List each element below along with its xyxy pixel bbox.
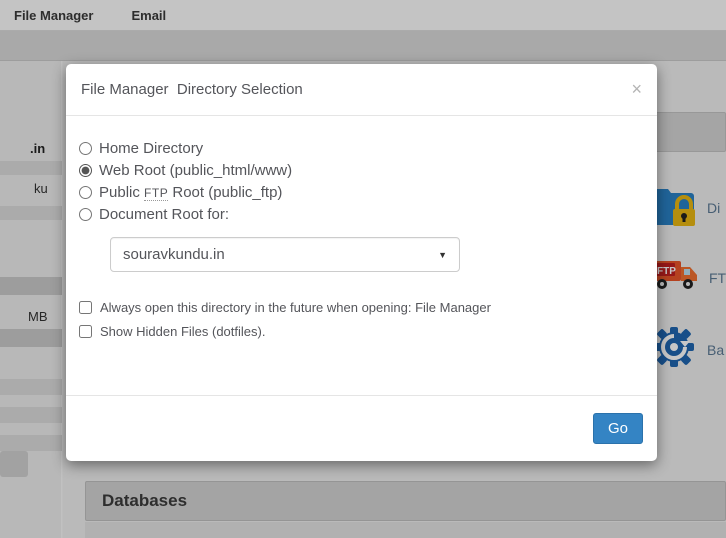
chevron-down-icon: ▼ bbox=[438, 250, 447, 260]
home-directory-radio[interactable] bbox=[79, 142, 92, 155]
document-root-radio[interactable] bbox=[79, 208, 92, 221]
ftp-abbr: FTP bbox=[144, 186, 168, 201]
radio-row-document-root: Document Root for: bbox=[79, 206, 642, 223]
web-root-label[interactable]: Web Root (public_html/www) bbox=[99, 162, 292, 179]
always-open-checkbox[interactable] bbox=[79, 301, 92, 314]
directory-selection-dialog: File Manager Directory Selection × Home … bbox=[66, 64, 657, 461]
domain-select-value: souravkundu.in bbox=[123, 246, 438, 263]
document-root-label[interactable]: Document Root for: bbox=[99, 206, 229, 223]
check-row-show-hidden: Show Hidden Files (dotfiles). bbox=[79, 324, 642, 339]
dialog-body: Home Directory Web Root (public_html/www… bbox=[66, 116, 657, 395]
always-open-label[interactable]: Always open this directory in the future… bbox=[100, 300, 491, 315]
go-button[interactable]: Go bbox=[593, 413, 643, 444]
radio-row-web-root: Web Root (public_html/www) bbox=[79, 162, 642, 179]
check-row-always-open: Always open this directory in the future… bbox=[79, 300, 642, 315]
close-icon[interactable]: × bbox=[631, 80, 642, 98]
dialog-title: File Manager Directory Selection bbox=[81, 81, 303, 98]
public-ftp-root-label[interactable]: Public FTP Root (public_ftp) bbox=[99, 184, 282, 201]
home-directory-label[interactable]: Home Directory bbox=[99, 140, 203, 157]
label-text: Root (public_ftp) bbox=[168, 184, 282, 201]
dialog-checkboxes: Always open this directory in the future… bbox=[79, 300, 642, 339]
public-ftp-root-radio[interactable] bbox=[79, 186, 92, 199]
domain-select[interactable]: souravkundu.in ▼ bbox=[110, 237, 460, 272]
radio-row-home-directory: Home Directory bbox=[79, 140, 642, 157]
label-text: Public bbox=[99, 184, 144, 201]
dialog-footer: Go bbox=[66, 395, 657, 461]
show-hidden-files-label[interactable]: Show Hidden Files (dotfiles). bbox=[100, 324, 265, 339]
show-hidden-files-checkbox[interactable] bbox=[79, 325, 92, 338]
radio-row-public-ftp-root: Public FTP Root (public_ftp) bbox=[79, 184, 642, 201]
web-root-radio[interactable] bbox=[79, 164, 92, 177]
dialog-header: File Manager Directory Selection × bbox=[66, 64, 657, 116]
